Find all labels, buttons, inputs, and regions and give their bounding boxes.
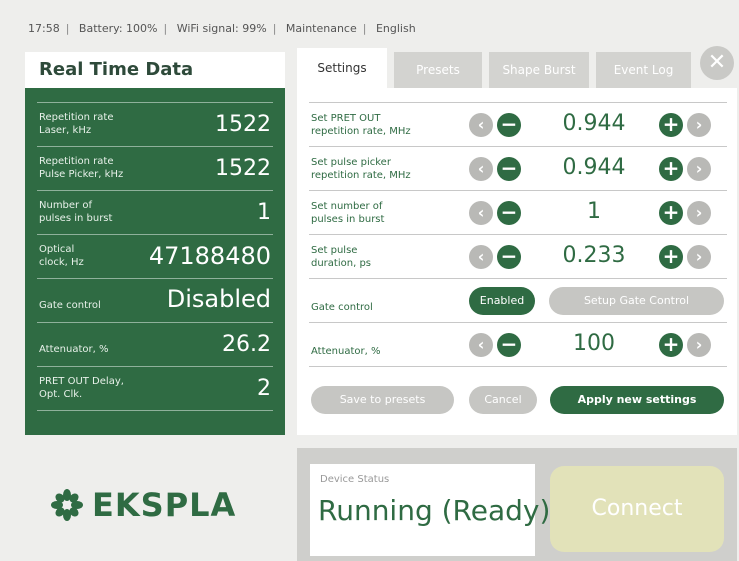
wifi-status: WiFi signal: 99% (176, 22, 267, 35)
battery-status: Battery: 100% (78, 22, 158, 35)
realtime-row-pulses: Number of pulses in burst 1 (37, 191, 273, 235)
tab-settings[interactable]: Settings (297, 48, 387, 88)
ekspla-logo: EKSPLA (50, 486, 236, 524)
row-label: Optical clock, Hz (39, 244, 84, 268)
realtime-row-laser-rate: Repetition rate Laser, kHz 1522 (37, 103, 273, 147)
chevron-left-icon[interactable]: ‹ (469, 157, 493, 181)
chevron-right-icon[interactable]: › (687, 333, 711, 357)
plus-button[interactable]: + (659, 157, 683, 181)
realtime-panel: Repetition rate Laser, kHz 1522 Repetitio… (25, 88, 285, 435)
minus-button[interactable]: − (497, 245, 521, 269)
settings-panel: Set PRET OUT repetition rate, MHz ‹ − 0.9… (297, 88, 737, 435)
tab-event-log[interactable]: Event Log (596, 52, 691, 88)
minus-button[interactable]: − (497, 113, 521, 137)
row-value: 26.2 (222, 332, 271, 357)
setting-value[interactable]: 0.944 (539, 111, 649, 136)
setting-label: Gate control (311, 302, 373, 313)
status-bar: 17:58 | Battery: 100% | WiFi signal: 99% | … (28, 22, 416, 35)
minus-button[interactable]: − (497, 333, 521, 357)
plus-button[interactable]: + (659, 113, 683, 137)
gate-enabled-toggle[interactable]: Enabled (469, 287, 535, 315)
minus-button[interactable]: − (497, 157, 521, 181)
separator: | (272, 22, 277, 35)
setting-value[interactable]: 1 (539, 199, 649, 224)
row-value: 2 (257, 376, 271, 401)
device-status-value: Running (Ready) (318, 494, 551, 527)
logo-text: EKSPLA (92, 486, 237, 524)
row-value: 1522 (215, 156, 271, 181)
row-label: Number of pulses in burst (39, 200, 113, 224)
row-value: Disabled (166, 285, 271, 313)
chevron-right-icon[interactable]: › (687, 157, 711, 181)
tab-presets[interactable]: Presets (394, 52, 482, 88)
realtime-title: Real Time Data (39, 59, 194, 80)
setting-value[interactable]: 100 (539, 331, 649, 356)
setting-row-pret-out: Set PRET OUT repetition rate, MHz ‹ − 0.9… (309, 103, 727, 147)
row-label: PRET OUT Delay, Opt. Clk. (39, 376, 124, 400)
device-status-box: Device Status Running (Ready) (310, 464, 550, 556)
device-status-title: Device Status (320, 474, 390, 485)
realtime-row-picker-rate: Repetition rate Pulse Picker, kHz 1522 (37, 147, 273, 191)
setting-value[interactable]: 0.233 (539, 243, 649, 268)
realtime-row-pret-delay: PRET OUT Delay, Opt. Clk. 2 (37, 367, 273, 411)
chevron-right-icon[interactable]: › (687, 201, 711, 225)
chevron-left-icon[interactable]: ‹ (469, 201, 493, 225)
row-value: 1 (257, 200, 271, 225)
realtime-header: Real Time Data (25, 52, 285, 88)
tab-bar: Settings Presets Shape Burst Event Log (297, 48, 737, 88)
row-value: 47188480 (148, 242, 271, 270)
clock: 17:58 (28, 22, 60, 35)
setting-row-gate: Gate control Enabled Setup Gate Control (309, 279, 727, 323)
minus-button[interactable]: − (497, 201, 521, 225)
language-selector[interactable]: English (376, 22, 416, 35)
row-label: Repetition rate Pulse Picker, kHz (39, 156, 124, 180)
setting-label: Set pulse picker repetition rate, MHz (311, 157, 411, 181)
row-label: Repetition rate Laser, kHz (39, 112, 114, 136)
setting-row-pulses-burst: Set number of pulses in burst ‹ − 1 + › (309, 191, 727, 235)
plus-button[interactable]: + (659, 201, 683, 225)
chevron-left-icon[interactable]: ‹ (469, 113, 493, 137)
setting-label: Set number of pulses in burst (311, 201, 385, 225)
realtime-row-optical-clock: Optical clock, Hz 47188480 (37, 235, 273, 279)
setting-value[interactable]: 0.944 (539, 155, 649, 180)
save-to-presets-button[interactable]: Save to presets (311, 386, 454, 414)
apply-settings-button[interactable]: Apply new settings (550, 386, 724, 414)
separator: | (65, 22, 70, 35)
mode-indicator[interactable]: Maintenance (286, 22, 357, 35)
setting-label: Attenuator, % (311, 346, 381, 357)
close-icon: ✕ (707, 50, 727, 75)
flower-logo-icon (51, 489, 83, 521)
close-button[interactable]: ✕ (700, 46, 734, 80)
tab-shape-burst[interactable]: Shape Burst (489, 52, 589, 88)
plus-button[interactable]: + (659, 245, 683, 269)
realtime-row-attenuator: Attenuator, % 26.2 (37, 323, 273, 367)
cancel-button[interactable]: Cancel (469, 386, 537, 414)
connect-button[interactable]: Connect (550, 466, 724, 552)
separator: | (362, 22, 367, 35)
chevron-left-icon[interactable]: ‹ (469, 245, 493, 269)
setting-row-pulse-picker: Set pulse picker repetition rate, MHz ‹ −… (309, 147, 727, 191)
setting-label: Set PRET OUT repetition rate, MHz (311, 113, 411, 137)
row-label: Gate control (39, 300, 101, 311)
chevron-left-icon[interactable]: ‹ (469, 333, 493, 357)
chevron-right-icon[interactable]: › (687, 245, 711, 269)
setup-gate-control-button[interactable]: Setup Gate Control (549, 287, 724, 315)
row-value: 1522 (215, 112, 271, 137)
row-label: Attenuator, % (39, 344, 109, 355)
separator: | (163, 22, 168, 35)
plus-button[interactable]: + (659, 333, 683, 357)
setting-label: Set pulse duration, ps (311, 245, 371, 269)
chevron-right-icon[interactable]: › (687, 113, 711, 137)
setting-row-pulse-duration: Set pulse duration, ps ‹ − 0.233 + › (309, 235, 727, 279)
realtime-row-gate: Gate control Disabled (37, 279, 273, 323)
setting-row-attenuator: Attenuator, % ‹ − 100 + › (309, 323, 727, 367)
